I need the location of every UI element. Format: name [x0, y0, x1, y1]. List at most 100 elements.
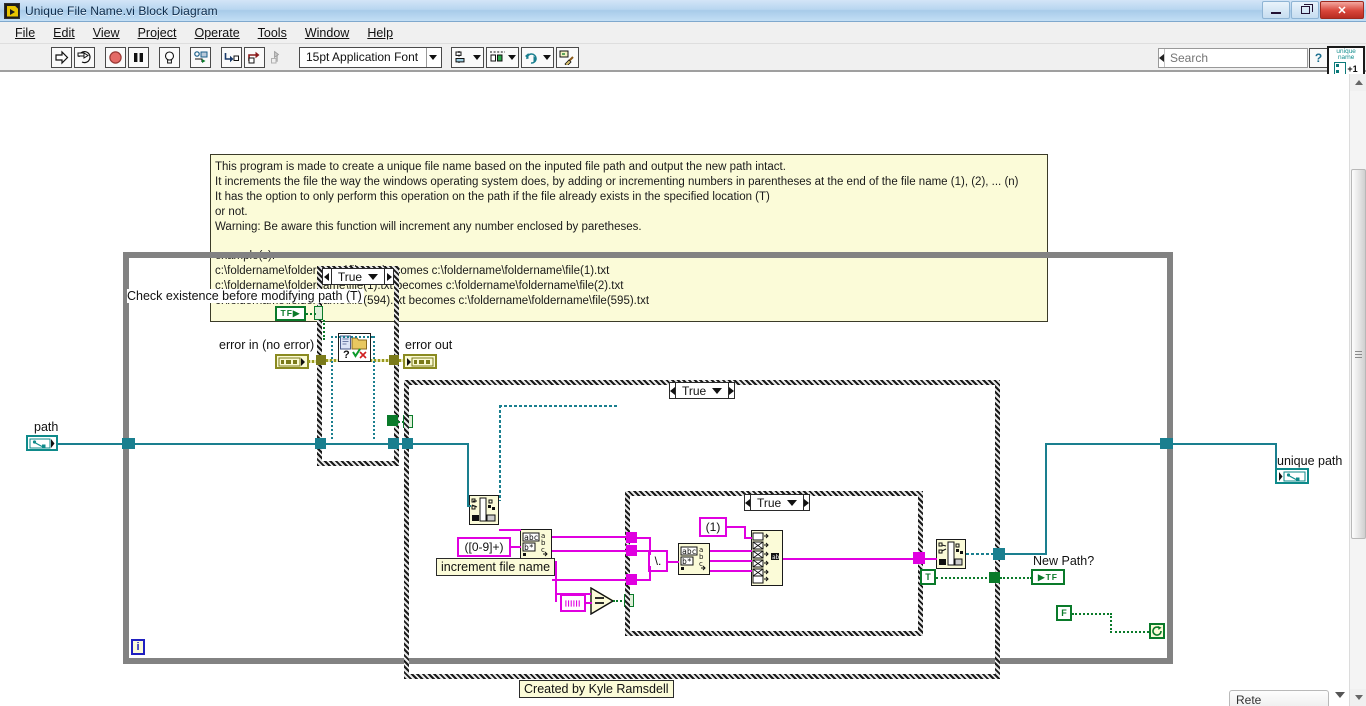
path-to-string-icon — [470, 496, 497, 523]
highlight-execution-button[interactable] — [159, 46, 180, 68]
outer-case-path-out-tunnel[interactable] — [388, 438, 399, 449]
check-existence-terminal[interactable]: TF▶ — [275, 306, 306, 321]
menu-file[interactable]: File — [6, 24, 44, 42]
empty-string-constant[interactable] — [560, 594, 586, 612]
error-cluster-icon — [407, 357, 434, 366]
wire-match-c-out — [552, 579, 626, 581]
menu-help[interactable]: Help — [358, 24, 402, 42]
menu-view[interactable]: View — [84, 24, 129, 42]
align-objects-button[interactable] — [451, 46, 485, 68]
menu-operate[interactable]: Operate — [185, 24, 248, 42]
pause-icon — [134, 52, 143, 62]
taskbar-caret-icon[interactable] — [1335, 692, 1345, 698]
middle-case-bool-out-tunnel[interactable] — [989, 572, 1000, 583]
wire-teal-top — [499, 405, 619, 407]
loop-stop-icon — [1152, 626, 1162, 636]
menu-tools[interactable]: Tools — [249, 24, 296, 42]
middle-case-out-tunnel[interactable] — [993, 548, 1005, 560]
menu-window[interactable]: Window — [296, 24, 358, 42]
search-box[interactable] — [1158, 48, 1327, 68]
menu-project[interactable]: Project — [129, 24, 186, 42]
abort-execution-button[interactable] — [105, 46, 126, 68]
loop-condition-terminal[interactable] — [1149, 623, 1165, 639]
font-selector-label: 15pt Application Font — [306, 50, 419, 64]
created-by-label[interactable]: Created by Kyle Ramsdell — [519, 680, 674, 698]
match-pattern-node-2[interactable]: abc b* a b c — [678, 543, 710, 575]
wire-bool-to-case — [306, 313, 316, 315]
error-in-tunnel[interactable] — [316, 355, 326, 365]
svg-text:abc: abc — [682, 547, 697, 556]
inner-case-tunnel-1[interactable] — [626, 532, 637, 543]
shift-register-down-left[interactable] — [122, 438, 135, 449]
regex-constant[interactable]: ([0-9]+) — [457, 537, 511, 557]
restore-button[interactable] — [1291, 1, 1319, 19]
close-button[interactable]: ✕ — [1320, 1, 1364, 19]
vi-icon-title: unique name — [1336, 48, 1356, 61]
error-out-terminal[interactable] — [403, 354, 437, 369]
chevron-down-icon[interactable] — [787, 499, 798, 506]
case-prev-icon[interactable] — [323, 269, 332, 284]
menu-edit[interactable]: Edit — [44, 24, 84, 42]
scroll-down-icon[interactable] — [1350, 689, 1366, 706]
chevron-down-icon[interactable] — [368, 273, 379, 280]
empty-string-icon — [565, 599, 580, 607]
error-out-tunnel[interactable] — [389, 355, 399, 365]
taskbar-item[interactable]: Rete — [1229, 690, 1329, 706]
equal-comparison-node[interactable] — [590, 587, 614, 613]
case-next-icon[interactable] — [384, 269, 393, 284]
distribute-objects-button[interactable] — [486, 46, 520, 68]
paren-one-constant[interactable]: (1) — [699, 517, 727, 537]
increment-file-name-label[interactable]: increment file name — [436, 558, 556, 576]
step-out-icon — [270, 50, 279, 63]
minimize-button[interactable] — [1262, 1, 1290, 19]
case-next-icon[interactable] — [728, 383, 735, 398]
clean-up-diagram-button[interactable] — [556, 46, 580, 68]
outer-case-bool-out-tunnel[interactable] — [387, 415, 398, 426]
chevron-down-icon[interactable] — [426, 47, 440, 67]
error-in-cluster-terminal[interactable] — [275, 354, 309, 369]
wire-bool-to-newpath — [1000, 577, 1032, 579]
path-to-string-node-1[interactable] — [469, 495, 499, 525]
scrollbar-thumb[interactable] — [1351, 169, 1366, 539]
reorder-objects-button[interactable] — [521, 46, 555, 68]
middle-case-selector[interactable]: True — [669, 382, 735, 399]
run-continuously-button[interactable] — [74, 46, 95, 68]
inner-case-selector[interactable]: True — [744, 494, 810, 511]
new-path-label: New Path? — [1033, 554, 1095, 568]
inner-case-out-tunnel[interactable] — [913, 552, 925, 564]
step-into-button[interactable] — [221, 46, 242, 68]
true-constant[interactable]: T — [920, 569, 936, 585]
doc-line: It has the option to only perform this o… — [215, 190, 770, 203]
backslash-constant[interactable]: \. — [648, 550, 668, 572]
vi-icon-pane[interactable]: unique name +1 — [1327, 46, 1365, 76]
chevron-down-icon[interactable] — [712, 387, 723, 394]
case-next-icon[interactable] — [803, 495, 810, 510]
middle-case-path-in-tunnel[interactable] — [402, 438, 413, 449]
outer-case-selector[interactable]: True — [322, 268, 394, 285]
outer-case-path-in-tunnel[interactable] — [315, 438, 326, 449]
wire-dashed-path-top — [331, 336, 373, 338]
search-input[interactable] — [1165, 50, 1327, 66]
font-selector[interactable]: 15pt Application Font — [299, 46, 443, 68]
new-path-indicator-terminal[interactable]: ▶TF — [1031, 569, 1065, 585]
unique-path-indicator-terminal[interactable] — [1275, 468, 1309, 484]
vertical-scrollbar[interactable] — [1349, 74, 1366, 706]
pause-button[interactable] — [128, 46, 149, 68]
concatenate-strings-node[interactable]: ab — [751, 530, 783, 586]
wire-out-to-sr — [1045, 443, 1163, 445]
step-out-button[interactable] — [267, 47, 288, 68]
run-button[interactable] — [51, 46, 72, 68]
inner-case-tunnel-2[interactable] — [626, 545, 637, 556]
context-help-button[interactable]: ? — [1309, 48, 1328, 68]
retain-wire-values-button[interactable] — [190, 46, 211, 68]
inner-case-tunnel-3[interactable] — [626, 574, 637, 585]
string-to-path-node[interactable] — [936, 539, 966, 569]
reorder-objects-icon — [525, 52, 538, 64]
step-over-button[interactable] — [244, 46, 265, 68]
path-control-terminal[interactable] — [26, 435, 58, 451]
scroll-up-icon[interactable] — [1350, 74, 1366, 91]
shift-register-up-right[interactable] — [1160, 438, 1173, 449]
false-constant[interactable]: F — [1056, 605, 1072, 621]
match-pattern-node-1[interactable]: abc b* a b c — [520, 529, 552, 561]
block-diagram-canvas[interactable]: This program is made to create a unique … — [0, 74, 1349, 706]
